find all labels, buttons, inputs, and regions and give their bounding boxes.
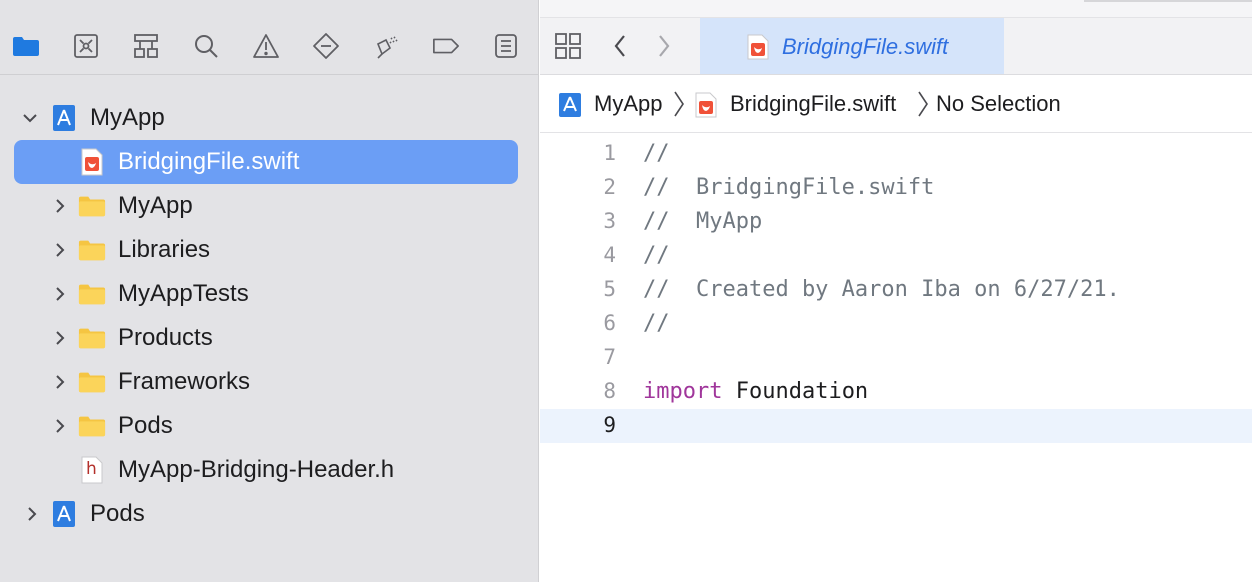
tab-bridgingfile-swift[interactable]: BridgingFile.swift [700,18,1004,74]
folder-icon[interactable] [12,32,40,60]
chevron-right-icon[interactable] [52,330,68,346]
window-top-strip [540,0,1252,18]
line-text: // BridgingFile.swift [643,175,935,200]
folder-icon [78,324,106,352]
folder-icon [78,412,106,440]
tree-item-label: Pods [90,500,145,527]
jumpbar-separator-icon [916,89,930,119]
chevron-right-icon[interactable] [52,418,68,434]
code-line[interactable]: 6 // [540,307,1252,341]
code-line[interactable]: 3 // MyApp [540,205,1252,239]
chevron-right-icon[interactable] [52,198,68,214]
code-line[interactable]: 1 // [540,137,1252,171]
tree-item-label: Products [118,324,213,351]
tree-item-folder-myapp[interactable]: MyApp [0,184,539,228]
line-text: // Created by Aaron Iba on 6/27/21. [643,277,1120,302]
breakpoint-icon[interactable] [432,32,460,60]
forward-chevron-icon[interactable] [650,32,678,60]
tree-item-label: Libraries [118,236,211,263]
line-number: 6 [603,311,616,335]
header-file-letter: h [86,459,97,479]
navigator-toolbar [0,18,539,75]
folder-icon [78,280,106,308]
line-number: 2 [603,175,616,199]
code-line[interactable]: 4 // [540,239,1252,273]
line-number: 3 [603,209,616,233]
tree-item-folder-products[interactable]: Products [0,316,539,360]
identifier: Foundation [722,379,869,404]
source-editor: BridgingFile.swift MyApp BridgingFile.sw… [540,0,1252,582]
code-line[interactable]: 8 import Foundation [540,375,1252,409]
tree-item-bridging-header[interactable]: h MyApp-Bridging-Header.h [0,448,539,492]
tree-item-project-pods[interactable]: Pods [0,492,539,536]
jumpbar-selection[interactable]: No Selection [936,91,1061,117]
swift-file-icon [694,92,718,118]
report-icon[interactable] [492,32,520,60]
debug-icon[interactable] [372,32,400,60]
jumpbar-separator-icon [672,89,686,119]
code-line[interactable]: 5 // Created by Aaron Iba on 6/27/21. [540,273,1252,307]
toolbar-edge [1084,0,1252,2]
tree-item-project-myapp[interactable]: MyApp [0,96,539,140]
folder-icon [78,236,106,264]
folder-icon [78,368,106,396]
swift-file-icon [746,34,770,60]
xcode-project-icon [558,92,582,118]
chevron-down-icon[interactable] [22,110,38,126]
related-items-grid-icon[interactable] [554,32,582,60]
line-text: // [643,311,670,336]
line-text: import Foundation [643,379,868,404]
jump-bar: MyApp BridgingFile.swift No Selection [540,75,1252,133]
folder-icon [78,192,106,220]
line-number: 8 [603,379,616,403]
header-file-icon: h [78,456,106,484]
tree-item-bridgingfile-swift[interactable]: BridgingFile.swift [0,140,539,184]
chevron-right-icon[interactable] [24,506,40,522]
code-line-current[interactable]: 9 [540,409,1252,443]
editor-tab-bar: BridgingFile.swift [540,18,1252,75]
symbol-icon[interactable] [132,32,160,60]
tree-item-folder-frameworks[interactable]: Frameworks [0,360,539,404]
line-number: 5 [603,277,616,301]
tree-item-label: BridgingFile.swift [118,148,300,175]
tree-item-folder-pods[interactable]: Pods [0,404,539,448]
jumpbar-project[interactable]: MyApp [594,91,662,117]
line-text: // [643,141,670,166]
search-icon[interactable] [192,32,220,60]
source-control-icon[interactable] [72,32,100,60]
project-navigator: MyApp BridgingFile.swift MyApp Libraries… [0,0,539,582]
back-chevron-icon[interactable] [606,32,634,60]
line-number: 1 [603,141,616,165]
xcode-project-icon [50,104,78,132]
tree-item-folder-libraries[interactable]: Libraries [0,228,539,272]
warning-icon[interactable] [252,32,280,60]
jumpbar-file[interactable]: BridgingFile.swift [730,91,896,117]
tab-label: BridgingFile.swift [782,34,949,59]
line-text: // [643,243,670,268]
tree-item-label: MyApp [90,104,165,131]
keyword: import [643,379,723,404]
line-text: // MyApp [643,209,763,234]
line-number: 9 [603,413,616,437]
tree-item-label: Frameworks [118,368,251,395]
tree-item-label: MyApp [118,192,193,219]
xcode-project-icon [50,500,78,528]
tree-item-label: Pods [118,412,173,439]
code-line[interactable]: 2 // BridgingFile.swift [540,171,1252,205]
chevron-right-icon[interactable] [52,242,68,258]
chevron-right-icon[interactable] [52,374,68,390]
line-number: 7 [603,345,616,369]
line-number: 4 [603,243,616,267]
tree-item-label: MyAppTests [118,280,249,307]
swift-file-icon [78,148,106,176]
tree-item-folder-myapptests[interactable]: MyAppTests [0,272,539,316]
chevron-right-icon[interactable] [52,286,68,302]
test-icon[interactable] [312,32,340,60]
tree-item-label: MyApp-Bridging-Header.h [118,456,395,483]
code-line[interactable]: 7 [540,341,1252,375]
